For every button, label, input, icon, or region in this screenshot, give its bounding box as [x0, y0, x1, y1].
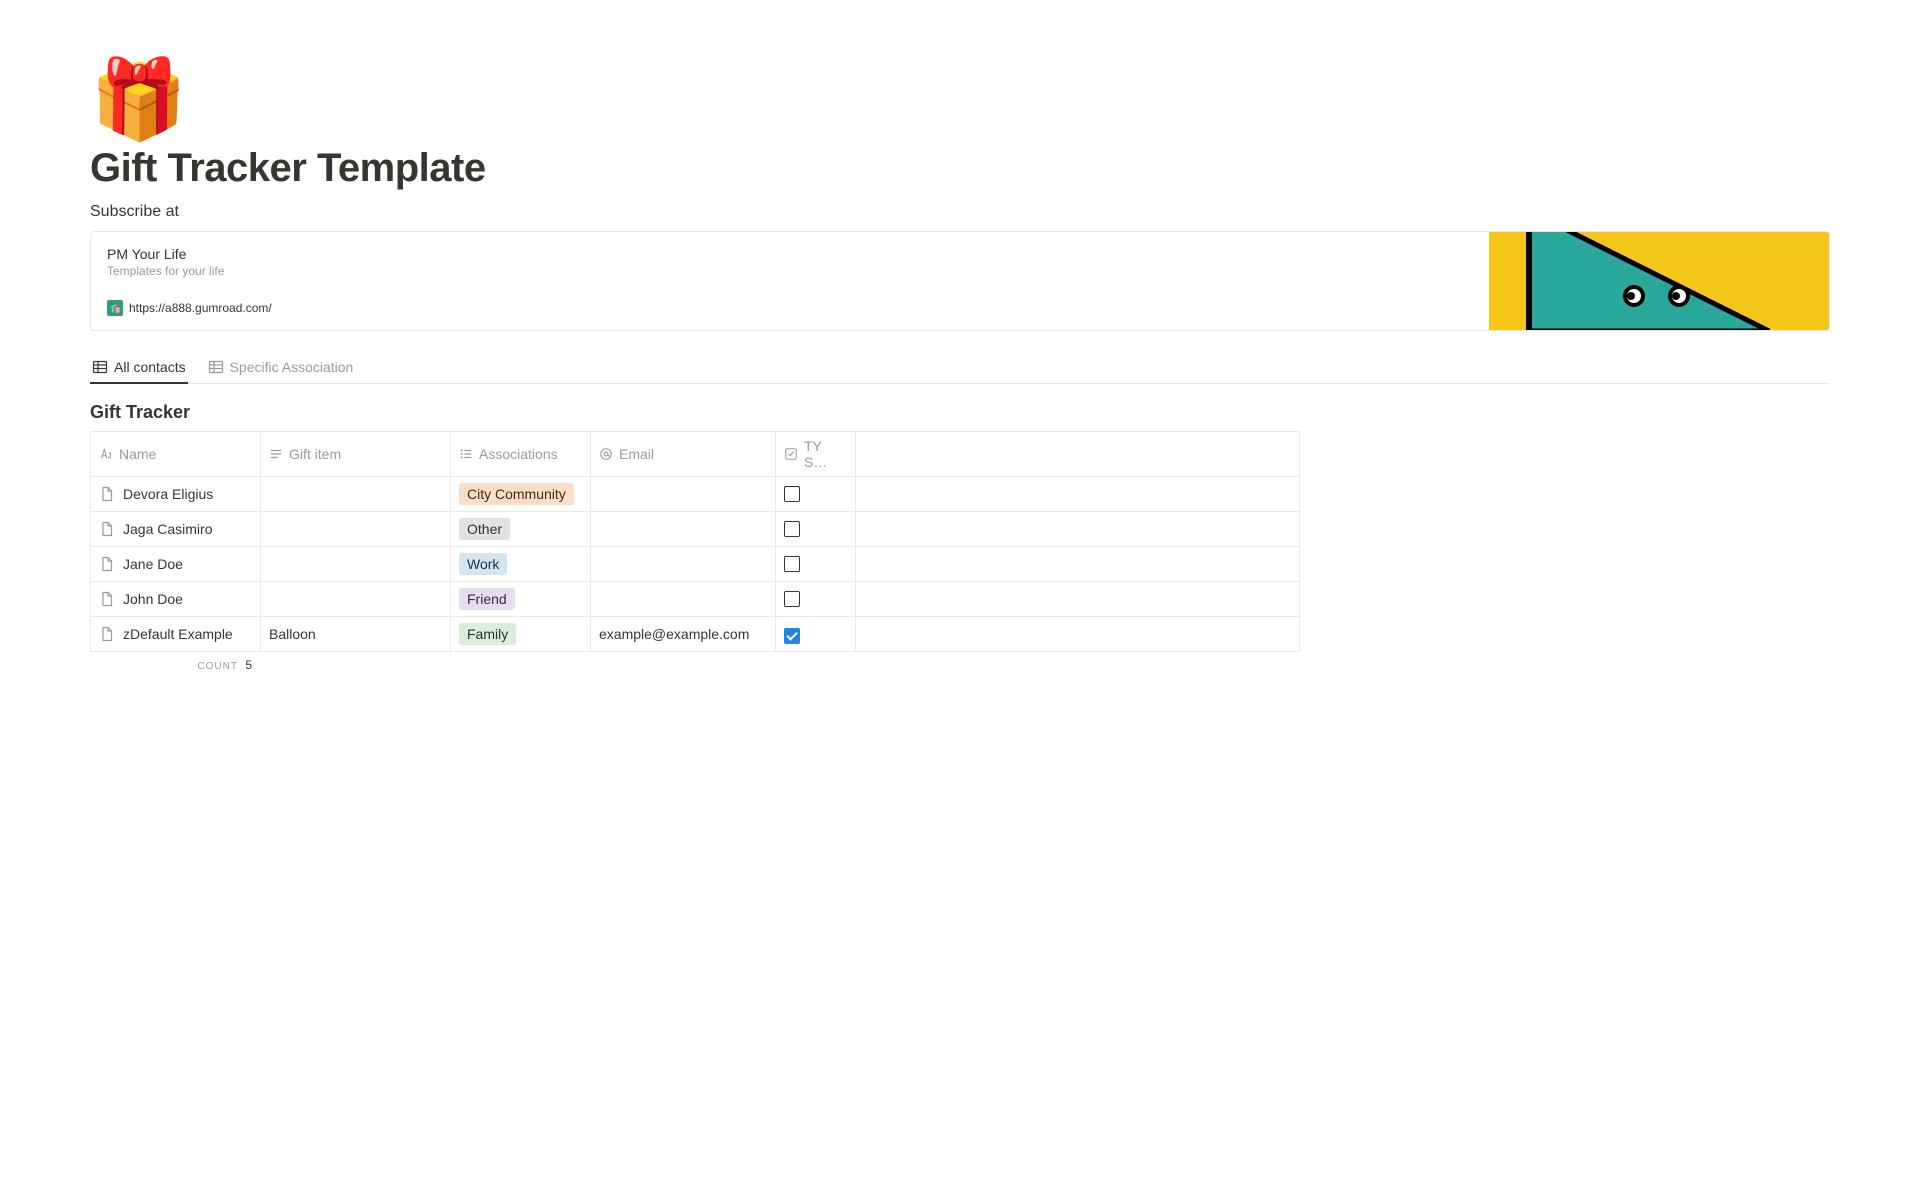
page-icon: [99, 626, 115, 642]
row-name-text: Jane Doe: [123, 556, 183, 572]
cell-blank[interactable]: [856, 547, 1300, 582]
table-view-icon: [208, 359, 224, 375]
column-header-name[interactable]: Name: [91, 432, 261, 477]
database-table: Name Gift item Associations: [90, 431, 1300, 652]
column-header-associations[interactable]: Associations: [451, 432, 591, 477]
bookmark-preview-image: [1489, 232, 1829, 330]
bookmark-text: PM Your Life Templates for your life 🛍️ …: [91, 232, 1489, 330]
row-email-text: example@example.com: [599, 626, 749, 642]
cell-associations[interactable]: City Community: [451, 477, 591, 512]
cell-blank[interactable]: [856, 582, 1300, 617]
column-header-label: Gift item: [289, 446, 341, 462]
ty-checkbox[interactable]: [784, 521, 800, 537]
cell-associations[interactable]: Family: [451, 617, 591, 652]
row-name-text: John Doe: [123, 591, 183, 607]
cell-gift-item[interactable]: [261, 477, 451, 512]
cell-ty-sent[interactable]: [776, 512, 856, 547]
bookmark-title: PM Your Life: [107, 246, 1473, 262]
column-header-email[interactable]: Email: [591, 432, 776, 477]
tab-label: All contacts: [114, 359, 186, 375]
cell-gift-item[interactable]: [261, 582, 451, 617]
count-label: COUNT: [197, 661, 238, 672]
page-icon: [99, 556, 115, 572]
bookmark-card[interactable]: PM Your Life Templates for your life 🛍️ …: [90, 231, 1830, 331]
cell-gift-item[interactable]: [261, 512, 451, 547]
cell-email[interactable]: [591, 582, 776, 617]
association-chip: City Community: [459, 483, 574, 505]
cell-name[interactable]: John Doe: [91, 582, 261, 617]
tab-all-contacts[interactable]: All contacts: [90, 353, 188, 383]
association-chip: Family: [459, 623, 516, 645]
ty-checkbox[interactable]: [784, 556, 800, 572]
ty-checkbox[interactable]: [784, 591, 800, 607]
table-row[interactable]: John Doe Friend: [91, 582, 1300, 617]
column-header-label: Name: [119, 446, 156, 462]
cell-ty-sent[interactable]: [776, 582, 856, 617]
table-row[interactable]: zDefault Example Balloon Family example@exa…: [91, 617, 1300, 652]
checkbox-property-icon: [784, 447, 798, 461]
bookmark-description: Templates for your life: [107, 264, 1473, 278]
subscribe-label: Subscribe at: [90, 203, 1830, 221]
count-value: 5: [245, 658, 252, 672]
cell-name[interactable]: Jaga Casimiro: [91, 512, 261, 547]
cell-name[interactable]: Jane Doe: [91, 547, 261, 582]
page-icon: [99, 486, 115, 502]
text-property-icon: [269, 447, 283, 461]
column-header-label: TY S…: [804, 438, 847, 470]
bookmark-url: https://a888.gumroad.com/: [129, 301, 272, 315]
association-chip: Friend: [459, 588, 515, 610]
cell-gift-item[interactable]: [261, 547, 451, 582]
cell-associations[interactable]: Work: [451, 547, 591, 582]
cell-associations[interactable]: Friend: [451, 582, 591, 617]
cell-email[interactable]: [591, 547, 776, 582]
cell-email[interactable]: [591, 477, 776, 512]
email-property-icon: [599, 447, 613, 461]
bookmark-url-row: 🛍️ https://a888.gumroad.com/: [107, 300, 1473, 316]
page-title: Gift Tracker Template: [90, 146, 1830, 191]
bookmark-favicon-icon: 🛍️: [107, 300, 123, 316]
database-view-tabs: All contacts Specific Association: [90, 353, 1830, 384]
table-view-icon: [92, 359, 108, 375]
cell-blank[interactable]: [856, 617, 1300, 652]
cell-email[interactable]: example@example.com: [591, 617, 776, 652]
column-header-label: Associations: [479, 446, 558, 462]
cell-associations[interactable]: Other: [451, 512, 591, 547]
cell-blank[interactable]: [856, 477, 1300, 512]
page-emoji-icon[interactable]: 🎁: [90, 60, 1830, 138]
ty-checkbox[interactable]: [784, 486, 800, 502]
cell-ty-sent[interactable]: [776, 547, 856, 582]
tab-label: Specific Association: [230, 359, 354, 375]
page-icon: [99, 591, 115, 607]
table-header-row: Name Gift item Associations: [91, 432, 1300, 477]
title-property-icon: [99, 447, 113, 461]
cell-email[interactable]: [591, 512, 776, 547]
cell-name[interactable]: zDefault Example: [91, 617, 261, 652]
table-row[interactable]: Jane Doe Work: [91, 547, 1300, 582]
row-name-text: Devora Eligius: [123, 486, 213, 502]
select-property-icon: [459, 447, 473, 461]
column-header-label: Email: [619, 446, 654, 462]
row-gift-text: Balloon: [269, 626, 316, 642]
cell-name[interactable]: Devora Eligius: [91, 477, 261, 512]
table-row[interactable]: Devora Eligius City Community: [91, 477, 1300, 512]
cell-gift-item[interactable]: Balloon: [261, 617, 451, 652]
association-chip: Work: [459, 553, 507, 575]
row-name-text: Jaga Casimiro: [123, 521, 212, 537]
column-header-gift-item[interactable]: Gift item: [261, 432, 451, 477]
database-title[interactable]: Gift Tracker: [90, 402, 1830, 423]
column-header-ty-sent[interactable]: TY S…: [776, 432, 856, 477]
association-chip: Other: [459, 518, 510, 540]
row-name-text: zDefault Example: [123, 626, 233, 642]
cell-ty-sent[interactable]: [776, 617, 856, 652]
cell-blank[interactable]: [856, 512, 1300, 547]
table-row[interactable]: Jaga Casimiro Other: [91, 512, 1300, 547]
page-icon: [99, 521, 115, 537]
tab-specific-association[interactable]: Specific Association: [206, 353, 356, 383]
column-header-blank[interactable]: [856, 432, 1300, 477]
ty-checkbox[interactable]: [784, 628, 800, 644]
cell-ty-sent[interactable]: [776, 477, 856, 512]
table-count-row: COUNT 5: [90, 652, 1300, 672]
